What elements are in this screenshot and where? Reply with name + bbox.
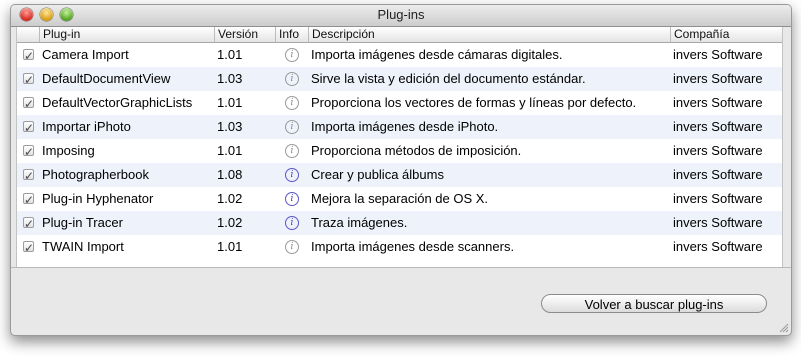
plugin-name: DefaultVectorGraphicLists [42, 95, 193, 110]
column-header-plugin[interactable]: Plug-in [39, 27, 214, 42]
window-title: Plug-ins [377, 7, 425, 22]
title-bar: Plug-ins [11, 5, 791, 27]
enabled-checkbox[interactable] [23, 236, 34, 260]
plugin-description: Sirve la vista y edición del documento e… [311, 71, 586, 86]
plugin-description: Mejora la separación de OS X. [311, 191, 489, 206]
plugin-version: 1.02 [217, 191, 243, 206]
info-icon[interactable]: i [285, 192, 299, 206]
plugin-version: 1.01 [217, 95, 243, 110]
plugin-description: Importa imágenes desde iPhoto. [311, 119, 499, 134]
plugin-version: 1.03 [217, 119, 243, 134]
table-row[interactable]: Camera Import 1.01 i Importa imágenes desde… [17, 43, 782, 68]
plugin-name: TWAIN Import [42, 239, 124, 254]
divider [11, 267, 791, 268]
table-row[interactable]: Plug-in Tracer 1.02 i Traza imágenes. invers… [17, 211, 782, 236]
plugin-version: 1.03 [217, 71, 243, 86]
info-icon[interactable]: i [285, 240, 299, 254]
info-icon[interactable]: i [285, 96, 299, 110]
plugin-name: Plug-in Hyphenator [42, 191, 154, 206]
plugin-version: 1.01 [217, 47, 243, 62]
column-header-company[interactable]: Compañía [670, 27, 782, 42]
plugin-name: Plug-in Tracer [42, 215, 123, 230]
plugin-name: Camera Import [42, 47, 129, 62]
plugin-company: invers Software [673, 47, 763, 62]
plugin-description: Crear y publica álbums [311, 167, 444, 182]
plugin-name: Importar iPhoto [42, 119, 131, 134]
plugin-description: Importa imágenes desde cámaras digitales… [311, 47, 563, 62]
enabled-checkbox[interactable] [23, 164, 34, 188]
enabled-checkbox[interactable] [23, 44, 34, 68]
column-header-description[interactable]: Descripción [308, 27, 670, 42]
enabled-checkbox[interactable] [23, 68, 34, 92]
plugin-company: invers Software [673, 167, 763, 182]
enabled-checkbox[interactable] [23, 116, 34, 140]
enabled-checkbox[interactable] [23, 92, 34, 116]
plugin-version: 1.01 [217, 239, 243, 254]
plugin-company: invers Software [673, 239, 763, 254]
info-icon[interactable]: i [285, 48, 299, 62]
plugin-description: Traza imágenes. [311, 215, 408, 230]
table-row[interactable]: Plug-in Hyphenator 1.02 i Mejora la separac… [17, 187, 782, 212]
rescan-plugins-button[interactable]: Volver a buscar plug-ins [541, 294, 767, 313]
info-icon[interactable]: i [285, 168, 299, 182]
info-icon[interactable]: i [285, 216, 299, 230]
table-row[interactable]: DefaultDocumentView 1.03 i Sirve la vista y… [17, 67, 782, 92]
resize-grip-icon[interactable] [779, 323, 789, 333]
plugin-company: invers Software [673, 71, 763, 86]
table-row[interactable]: Importar iPhoto 1.03 i Importa imágenes des… [17, 115, 782, 140]
plugin-name: Photographerbook [42, 167, 149, 182]
table-row[interactable]: Imposing 1.01 i Proporciona métodos de impo… [17, 139, 782, 164]
info-icon[interactable]: i [285, 144, 299, 158]
plugin-version: 1.08 [217, 167, 243, 182]
enabled-checkbox[interactable] [23, 212, 34, 236]
plugin-company: invers Software [673, 191, 763, 206]
plugin-description: Proporciona métodos de imposición. [311, 143, 522, 158]
table-header: Plug-in Versión Info Descripción Compañí… [17, 27, 782, 43]
plugin-company: invers Software [673, 119, 763, 134]
info-icon[interactable]: i [285, 72, 299, 86]
plugin-name: Imposing [42, 143, 95, 158]
info-icon[interactable]: i [285, 120, 299, 134]
table-row[interactable]: DefaultVectorGraphicLists 1.01 i Proporcion… [17, 91, 782, 116]
plugin-name: DefaultDocumentView [42, 71, 171, 86]
enabled-checkbox[interactable] [23, 140, 34, 164]
column-header-version[interactable]: Versión [214, 27, 275, 42]
plugin-description: Proporciona los vectores de formas y lín… [311, 95, 637, 110]
column-header-info[interactable]: Info [275, 27, 308, 42]
enabled-checkbox[interactable] [23, 188, 34, 212]
plugin-company: invers Software [673, 143, 763, 158]
plugins-window: Plug-ins Plug-in Versión Info Descripció… [10, 4, 792, 336]
table-row[interactable]: TWAIN Import 1.01 i Importa imágenes desde … [17, 235, 782, 260]
plugin-company: invers Software [673, 215, 763, 230]
plugins-table: Plug-in Versión Info Descripción Compañí… [16, 27, 783, 267]
table-row[interactable]: Photographerbook 1.08 i Crear y publica álb… [17, 163, 782, 188]
plugin-company: invers Software [673, 95, 763, 110]
plugin-version: 1.02 [217, 215, 243, 230]
plugin-version: 1.01 [217, 143, 243, 158]
plugin-description: Importa imágenes desde scanners. [311, 239, 515, 254]
